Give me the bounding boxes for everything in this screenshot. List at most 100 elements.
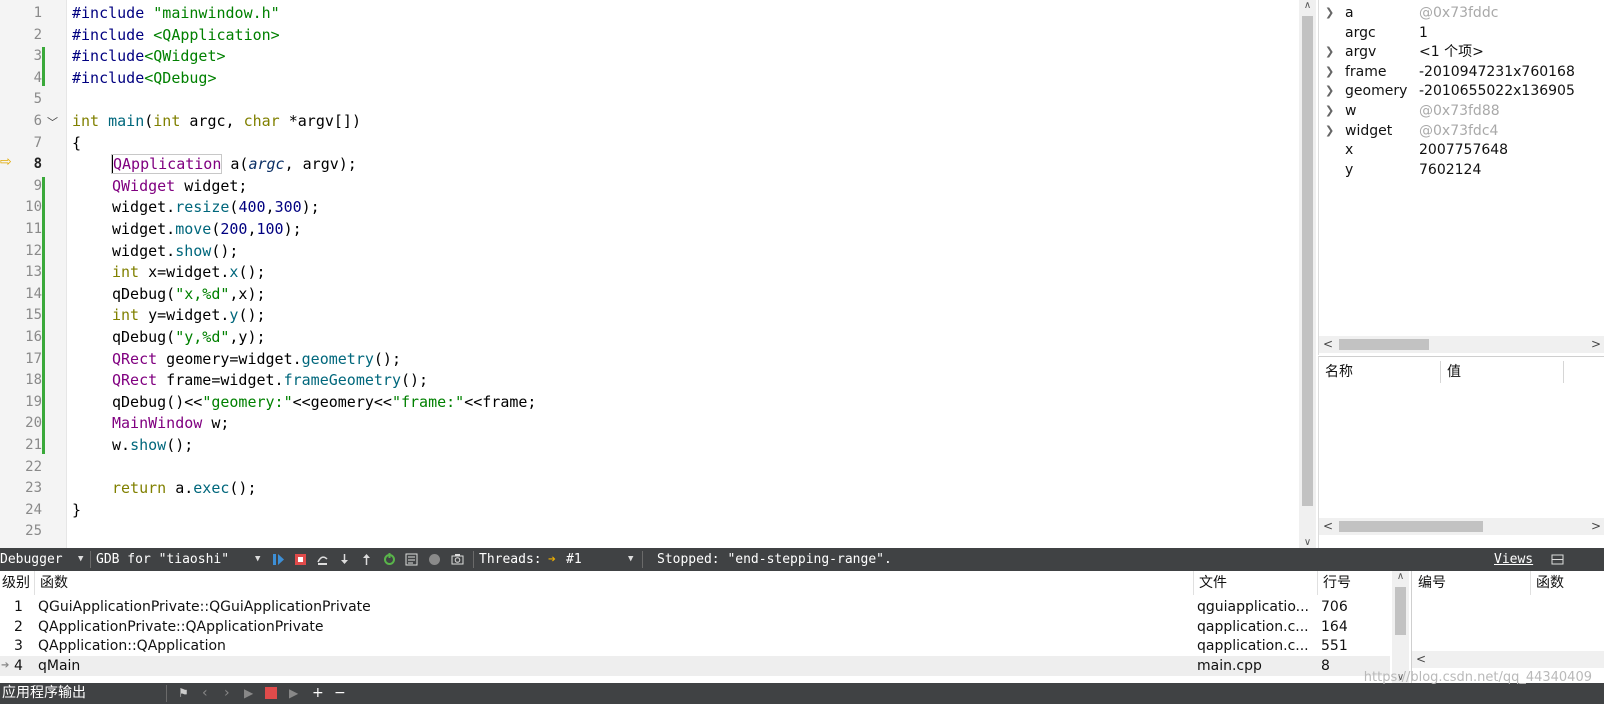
debug-icon[interactable]: ▶	[289, 683, 298, 704]
local-variable-row[interactable]: argc 1	[1319, 23, 1604, 43]
run-icon[interactable]: ▶	[244, 683, 253, 704]
stack-vertical-scrollbar[interactable]: ∧ ∨	[1392, 571, 1409, 683]
line-number[interactable]: 14	[0, 283, 42, 305]
watch-horizontal-scrollbar[interactable]: < >	[1319, 518, 1604, 535]
expand-arrow-icon[interactable]: ❯	[1325, 101, 1334, 121]
code-line[interactable]: }	[72, 499, 81, 521]
code-line[interactable]: QWidget widget;	[72, 175, 247, 197]
line-number[interactable]: 9	[0, 175, 42, 197]
line-number[interactable]: 15	[0, 304, 42, 326]
chevron-down-icon[interactable]: ▼	[255, 548, 260, 571]
stack-file-header[interactable]: 文件	[1199, 571, 1227, 595]
breakpoint-number-header[interactable]: 编号	[1418, 571, 1446, 595]
line-number[interactable]: 19	[0, 391, 42, 413]
local-variable-row[interactable]: x 2007757648	[1319, 140, 1604, 160]
column-divider[interactable]	[1317, 571, 1318, 595]
record-icon[interactable]	[428, 553, 441, 566]
stack-frame-row[interactable]: 3 QApplication::QApplication qapplication.…	[0, 636, 1390, 656]
code-line[interactable]: QRect geomery=widget.geometry();	[72, 348, 401, 370]
stop-icon[interactable]	[265, 687, 277, 699]
scrollbar-thumb[interactable]	[1395, 587, 1406, 635]
line-number[interactable]: 10	[0, 196, 42, 218]
code-line[interactable]: QApplication a(argc, argv);	[72, 153, 357, 175]
local-variable-row[interactable]: ❯ w @0x73fd88	[1319, 101, 1604, 121]
scroll-down-icon[interactable]: ∨	[1299, 537, 1316, 548]
views-button[interactable]: Views	[1494, 548, 1533, 571]
step-over-icon[interactable]	[316, 553, 329, 566]
code-line[interactable]: widget.move(200,100);	[72, 218, 302, 240]
breakpoints-horizontal-scrollbar[interactable]: <	[1412, 651, 1604, 668]
chevron-down-icon[interactable]: ▼	[628, 548, 633, 571]
editor-vertical-scrollbar[interactable]: ∧ ∨	[1299, 0, 1316, 548]
breakpoint-function-header[interactable]: 函数	[1536, 571, 1564, 595]
stack-level-header[interactable]: 级别	[2, 571, 30, 595]
code-line[interactable]: #include <QApplication>	[72, 24, 280, 46]
line-number[interactable]: 17	[0, 348, 42, 370]
column-divider[interactable]	[1440, 361, 1441, 383]
code-editor[interactable]: 1 2 3 4 5 6 ﹀ 7 8 ⇨ 9 10 11 12 13 14 15 16 17 18 19 20 21 22 23 2…	[0, 0, 1316, 548]
code-line[interactable]: qDebug("y,%d",y);	[72, 326, 266, 348]
line-number[interactable]: 6	[0, 110, 42, 132]
restart-icon[interactable]	[383, 553, 396, 566]
local-variable-row[interactable]: ❯ a @0x73fddc	[1319, 3, 1604, 23]
expand-arrow-icon[interactable]: ❯	[1325, 42, 1334, 62]
watch-name-header[interactable]: 名称	[1325, 357, 1353, 387]
chevron-down-icon[interactable]: ▼	[78, 548, 83, 571]
code-line[interactable]: int y=widget.y();	[72, 304, 266, 326]
scrollbar-thumb[interactable]	[1339, 339, 1429, 350]
local-variable-row[interactable]: ❯ widget @0x73fdc4	[1319, 121, 1604, 141]
stack-line-header[interactable]: 行号	[1323, 571, 1351, 595]
scrollbar-thumb[interactable]	[1302, 16, 1313, 506]
continue-icon[interactable]	[272, 553, 285, 566]
scroll-left-icon[interactable]: <	[1323, 518, 1333, 535]
code-line[interactable]: widget.resize(400,300);	[72, 196, 320, 218]
zoom-in-icon[interactable]: +	[312, 683, 324, 704]
expand-arrow-icon[interactable]: ❯	[1325, 3, 1334, 23]
stop-debugger-icon[interactable]	[294, 553, 307, 566]
mode-selector[interactable]: Debugger	[0, 548, 63, 571]
code-line[interactable]: int main(int argc, char *argv[])	[72, 110, 361, 132]
local-variable-row[interactable]: ❯ geomery -2010655022x136905	[1319, 81, 1604, 101]
local-variable-row[interactable]: y 7602124	[1319, 160, 1604, 180]
code-line[interactable]: widget.show();	[72, 240, 238, 262]
split-panel-icon[interactable]	[1551, 553, 1564, 566]
local-variable-row[interactable]: ❯ frame -2010947231x760168	[1319, 62, 1604, 82]
scroll-left-icon[interactable]: <	[1323, 336, 1333, 353]
line-number[interactable]: 13	[0, 261, 42, 283]
code-line[interactable]: MainWindow w;	[72, 412, 229, 434]
code-line[interactable]: qDebug()<<"geomery:"<<geomery<<"frame:"<…	[72, 391, 536, 413]
line-number[interactable]: 11	[0, 218, 42, 240]
stack-frame-row[interactable]: ➔ 4 qMain main.cpp 8	[0, 655, 1390, 676]
expand-arrow-icon[interactable]: ❯	[1325, 121, 1334, 141]
fold-toggle-icon[interactable]: ﹀	[47, 114, 58, 130]
line-number[interactable]: 4	[0, 67, 42, 89]
code-line[interactable]: {	[72, 132, 81, 154]
line-number[interactable]: 16	[0, 326, 42, 348]
code-line[interactable]: qDebug("x,%d",x);	[72, 283, 266, 305]
expand-arrow-icon[interactable]: ❯	[1325, 62, 1334, 82]
line-number-gutter[interactable]: 1 2 3 4 5 6 ﹀ 7 8 ⇨ 9 10 11 12 13 14 15 16 17 18 19 20 21 22 23 2…	[0, 0, 67, 548]
code-line[interactable]: int x=widget.x();	[72, 261, 266, 283]
code-line[interactable]: QRect frame=widget.frameGeometry();	[72, 369, 428, 391]
expand-arrow-icon[interactable]: ❯	[1325, 81, 1334, 101]
application-output-tab[interactable]: 应用程序输出	[2, 683, 86, 704]
scroll-right-icon[interactable]: >	[1591, 518, 1601, 535]
scroll-right-icon[interactable]: >	[1591, 336, 1601, 353]
scroll-up-icon[interactable]: ∧	[1299, 0, 1316, 11]
line-number[interactable]: 23	[0, 477, 42, 499]
attach-icon[interactable]: ⚑	[178, 683, 189, 704]
toggle-instructions-icon[interactable]	[405, 553, 418, 566]
scroll-up-icon[interactable]: ∧	[1392, 571, 1409, 582]
scroll-left-icon[interactable]: <	[1416, 651, 1426, 668]
column-divider[interactable]	[34, 571, 35, 595]
line-number[interactable]: 25	[0, 520, 42, 542]
line-number[interactable]: 18	[0, 369, 42, 391]
line-number[interactable]: 21	[0, 434, 42, 456]
stack-function-header[interactable]: 函数	[40, 571, 68, 595]
stack-frame-row[interactable]: 2 QApplicationPrivate::QApplicationPrivat…	[0, 617, 1390, 637]
line-number[interactable]: 22	[0, 456, 42, 478]
code-line[interactable]: #include<QDebug>	[72, 67, 217, 89]
step-out-icon[interactable]	[360, 553, 373, 566]
line-number[interactable]: 12	[0, 240, 42, 262]
line-number[interactable]: 20	[0, 412, 42, 434]
